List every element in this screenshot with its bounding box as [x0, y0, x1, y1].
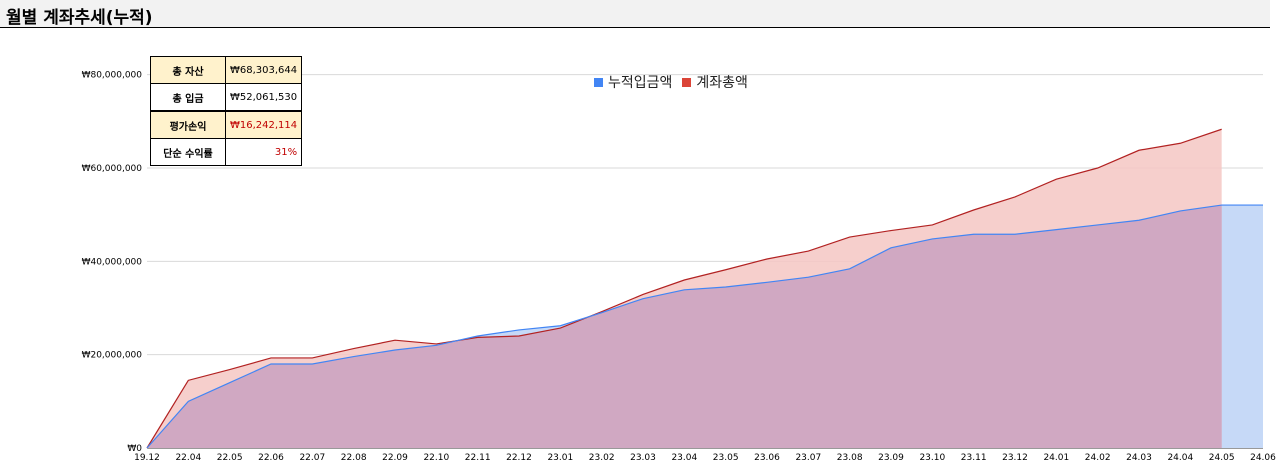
legend-item-total: 계좌총액: [682, 72, 748, 92]
x-tick-label: 22.04: [175, 453, 201, 463]
x-tick-label: 22.05: [217, 453, 243, 463]
x-tick-label: 23.10: [919, 453, 945, 463]
legend-label: 계좌총액: [696, 75, 748, 91]
x-tick-label: 23.09: [878, 453, 904, 463]
x-tick-label: 24.06: [1250, 453, 1276, 463]
y-tick-label: ₩40,000,000: [82, 257, 143, 267]
x-tick-label: 22.11: [465, 453, 491, 463]
x-tick-label: 23.02: [589, 453, 615, 463]
x-tick-label: 23.08: [837, 453, 863, 463]
x-tick-label: 24.03: [1126, 453, 1152, 463]
x-tick-label: 23.07: [795, 453, 821, 463]
x-tick-label: 22.12: [506, 453, 532, 463]
summary-value: ₩16,242,114: [224, 110, 303, 139]
x-tick-label: 22.08: [341, 453, 367, 463]
chart-legend: 누적입금액 계좌총액: [594, 72, 758, 92]
summary-label: 평가손익: [150, 110, 226, 139]
summary-row-total-deposit: 총 입금 ₩52,061,530: [150, 83, 303, 112]
legend-swatch: [682, 77, 692, 87]
summary-row-return: 단순 수익률 31%: [150, 138, 303, 166]
x-tick-label: 24.02: [1085, 453, 1111, 463]
x-tick-label: 23.06: [754, 453, 780, 463]
x-tick-label: 23.05: [713, 453, 739, 463]
summary-value: 31%: [224, 138, 303, 166]
x-axis: 19.12 22.04 22.05 22.06 22.07 22.08 22.09 22.10…: [134, 453, 1276, 463]
x-tick-label: 23.11: [961, 453, 987, 463]
x-tick-label: 22.06: [258, 453, 284, 463]
x-tick-label: 24.01: [1043, 453, 1069, 463]
x-tick-label: 23.03: [630, 453, 656, 463]
summary-label: 총 자산: [150, 56, 226, 84]
legend-swatch: [594, 77, 603, 87]
summary-label: 총 입금: [150, 83, 226, 112]
summary-row-profit: 평가손익 ₩16,242,114: [150, 110, 303, 139]
area-overlap: [147, 205, 1222, 448]
legend-item-deposit: 누적입금액: [594, 72, 672, 92]
y-axis: ₩0₩20,000,000₩40,000,000₩60,000,000₩80,0…: [82, 71, 143, 454]
summary-value: ₩52,061,530: [224, 83, 303, 112]
legend-label: 누적입금액: [608, 75, 673, 91]
x-tick-label: 24.04: [1167, 453, 1193, 463]
y-tick-label: ₩60,000,000: [82, 164, 143, 174]
x-tick-label: 23.04: [671, 453, 697, 463]
summary-table: 총 자산 ₩68,303,644 총 입금 ₩52,061,530 평가손익 ₩…: [150, 56, 303, 166]
summary-value: ₩68,303,644: [224, 56, 303, 84]
x-tick-label: 23.12: [1002, 453, 1028, 463]
x-tick-label: 22.07: [299, 453, 325, 463]
summary-row-total-assets: 총 자산 ₩68,303,644: [150, 56, 303, 84]
x-tick-label: 22.10: [423, 453, 449, 463]
x-tick-label: 24.05: [1209, 453, 1235, 463]
summary-label: 단순 수익률: [150, 138, 226, 166]
x-tick-label: 23.01: [547, 453, 573, 463]
x-tick-label: 19.12: [134, 453, 160, 463]
y-tick-label: ₩80,000,000: [82, 71, 143, 81]
y-tick-label: ₩20,000,000: [82, 351, 143, 361]
x-tick-label: 22.09: [382, 453, 408, 463]
